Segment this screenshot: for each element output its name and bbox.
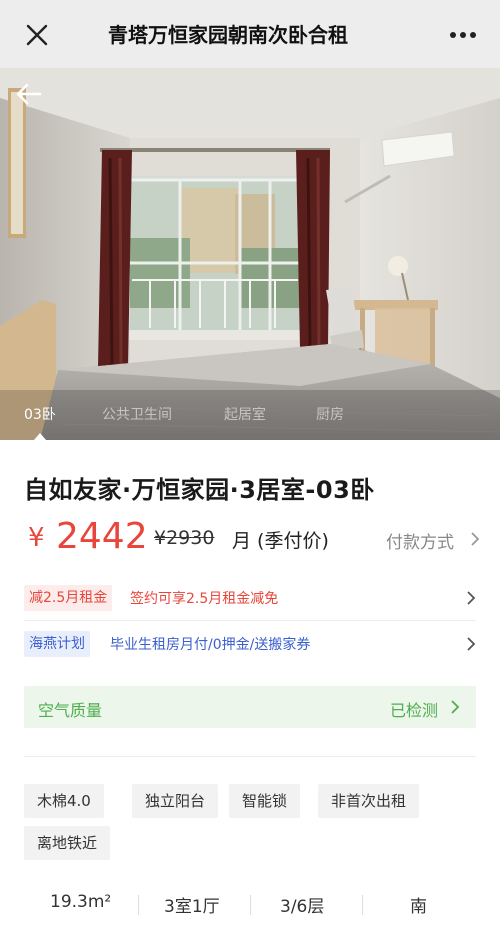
air-quality-row[interactable]: 空气质量 已检测 [24,686,476,728]
price: 2442 [56,516,148,557]
listing-title: 自如友家·万恒家园·3居室-03卧 [24,476,375,504]
air-quality-status: 已检测 [389,701,438,720]
gallery-tab-kitchen[interactable]: 厨房 [316,404,344,424]
currency-symbol: ¥ [28,523,45,553]
divider [250,895,251,915]
floor-level: 3/6层 [280,897,325,917]
gallery-tab-bathroom[interactable]: 公共卫生间 [102,404,172,424]
feature-tag: 木棉4.0 [24,784,104,818]
top-bar: 青塔万恒家园朝南次卧合租 [0,0,500,69]
gallery-tab-bedroom[interactable]: 03卧 [24,404,56,424]
original-price: ¥2930 [154,527,215,549]
promo-discount-tag: 减2.5月租金 [24,585,113,611]
room-facts: 19.3m² 3室1厅 3/6层 南 [24,888,476,920]
divider [24,620,476,621]
promo-graduate-text: 毕业生租房月付/0押金/送搬家券 [110,637,311,653]
feature-tag: 非首次出租 [318,784,420,818]
room-layout: 3室1厅 [164,897,220,917]
divider [24,756,476,757]
promo-discount-text: 签约可享2.5月租金减免 [130,591,279,607]
room-photo-gallery[interactable]: 03卧 公共卫生间 起居室 厨房 [0,68,500,440]
page-title: 青塔万恒家园朝南次卧合租 [108,23,348,47]
feature-tag: 智能锁 [229,784,301,818]
price-unit: 月 (季付价) [232,530,329,552]
air-quality-label: 空气质量 [38,701,103,720]
divider [362,895,363,915]
gallery-tabs: 03卧 公共卫生间 起居室 厨房 [0,404,500,440]
chevron-right-icon[interactable] [450,700,460,714]
payment-method-link[interactable]: 付款方式 [386,528,454,553]
promo-discount-row[interactable]: 减2.5月租金 签约可享2.5月租金减免 [24,585,484,613]
promo-graduate-row[interactable]: 海燕计划 毕业生租房月付/0押金/送搬家券 [24,631,484,659]
feature-tag: 独立阳台 [132,784,219,818]
chevron-right-icon[interactable] [466,591,476,605]
promo-graduate-tag: 海燕计划 [24,631,90,657]
feature-tag: 离地铁近 [24,826,111,860]
active-tab-indicator [34,433,46,440]
room-photo [0,68,500,440]
close-icon[interactable] [22,20,52,50]
gallery-tab-living-room[interactable]: 起居室 [224,404,266,424]
price-row: ¥ 2442 ¥2930 月 (季付价) 付款方式 [24,515,484,561]
divider [138,895,139,915]
chevron-right-icon[interactable] [470,532,480,546]
more-icon[interactable] [448,22,478,48]
room-area: 19.3m² [50,892,112,912]
chevron-right-icon[interactable] [466,637,476,651]
arrow-left-icon[interactable] [14,80,46,108]
orientation: 南 [410,897,427,917]
